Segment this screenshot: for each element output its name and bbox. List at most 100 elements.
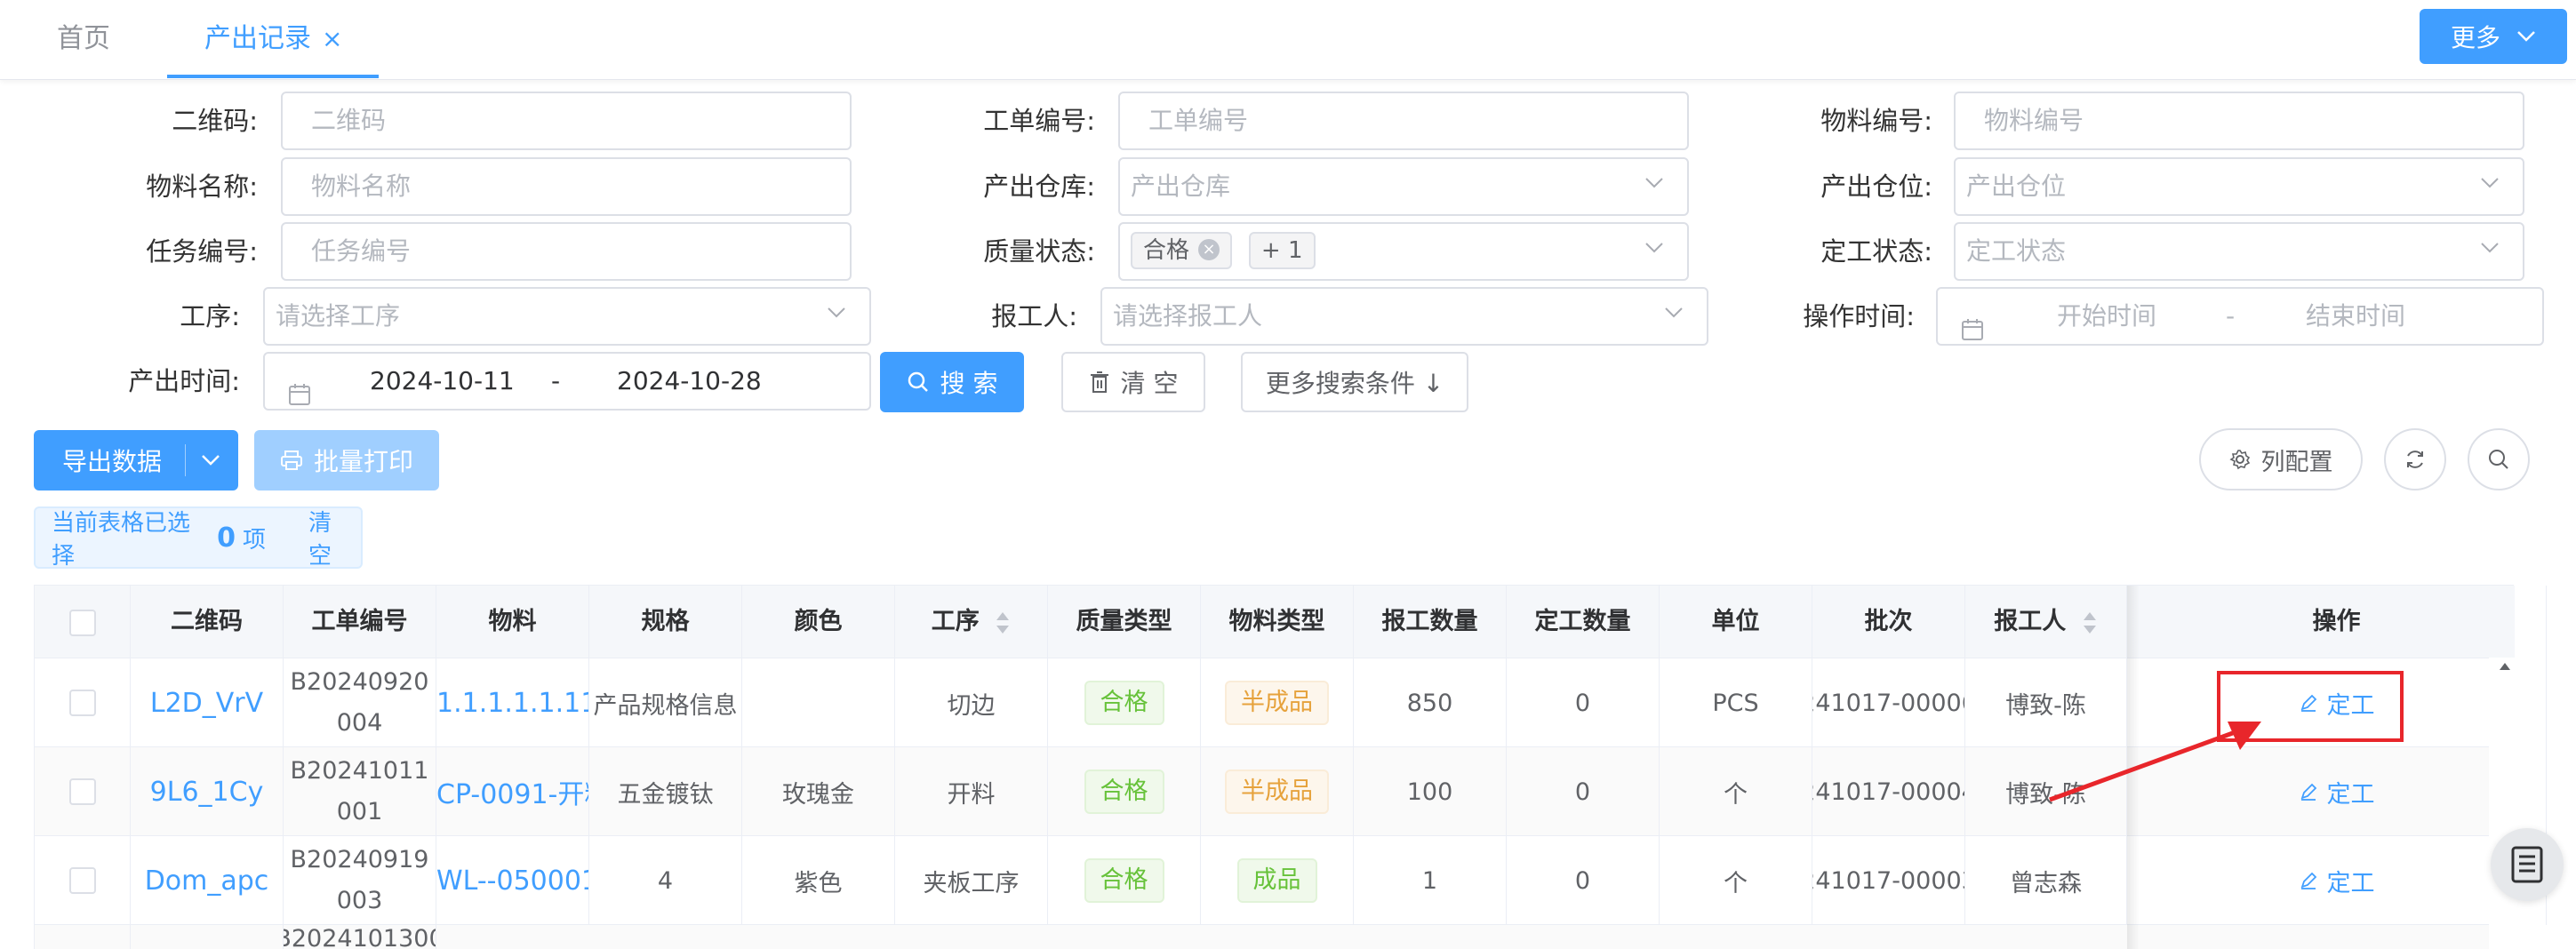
- scroll-up-icon[interactable]: [2498, 661, 2512, 672]
- chevron-down-icon: [1664, 289, 1684, 344]
- batch-print-button[interactable]: 批量打印: [254, 430, 439, 490]
- material-name-input[interactable]: 物料名称: [281, 157, 852, 216]
- header-select-all[interactable]: [35, 586, 131, 658]
- header-fixed-qty: 定工数量: [1507, 586, 1660, 658]
- calendar-icon: [288, 371, 311, 409]
- row-select[interactable]: [35, 836, 131, 925]
- qrcode-input[interactable]: 二维码: [281, 92, 852, 150]
- cell-reporter: 曾志森: [1965, 836, 2127, 925]
- process-label: 工序:: [180, 301, 240, 331]
- material-code-label: 物料编号:: [1820, 106, 1932, 136]
- search-button[interactable]: 搜 索: [880, 352, 1024, 412]
- header-operation: 操作: [2127, 586, 2547, 658]
- tag-close-icon[interactable]: ×: [1198, 238, 1220, 260]
- location-label: 产出仓位:: [1820, 171, 1932, 202]
- annotation-arrow: [2049, 722, 2261, 802]
- op-time-start[interactable]: 开始时间: [2057, 289, 2156, 344]
- selection-prefix: 当前表格已选择: [52, 510, 191, 570]
- cell-material-type: 半成品: [1201, 747, 1354, 836]
- fix-work-label: 定工: [2326, 780, 2375, 809]
- cell-material[interactable]: CP-0091-开料: [436, 747, 589, 836]
- row-select[interactable]: [35, 747, 131, 836]
- location-select[interactable]: 产出仓位: [1954, 157, 2524, 216]
- cell-work-order: B20240919003: [284, 836, 436, 925]
- refresh-button[interactable]: [2384, 428, 2446, 490]
- export-button[interactable]: 导出数据: [34, 430, 238, 490]
- warehouse-select[interactable]: 产出仓库: [1118, 157, 1689, 216]
- header-process-label: 工序: [931, 608, 980, 635]
- fix-work-button[interactable]: 定工: [2299, 864, 2375, 898]
- cell-unit: PCS: [1660, 658, 1812, 747]
- row-select[interactable]: [35, 925, 131, 949]
- fixed-status-placeholder: 定工状态: [1966, 236, 2067, 266]
- chevron-down-icon: [1644, 159, 1664, 214]
- op-time-range[interactable]: 开始时间 - 结束时间: [1936, 287, 2544, 346]
- cell-material[interactable]: WL--050001: [436, 836, 589, 925]
- header-spec: 规格: [589, 586, 742, 658]
- task-no-input[interactable]: 任务编号: [281, 222, 852, 281]
- sort-icon[interactable]: [995, 610, 1011, 635]
- sort-icon[interactable]: [2082, 610, 2098, 635]
- fix-work-button[interactable]: 定工: [2299, 775, 2375, 809]
- work-order-input[interactable]: 工单编号: [1118, 92, 1689, 150]
- row-checkbox[interactable]: [68, 690, 96, 716]
- close-icon[interactable]: ×: [322, 0, 342, 78]
- clear-button[interactable]: 清 空: [1061, 352, 1205, 412]
- cell-material-type: 成品: [1201, 836, 1354, 925]
- cell-qrcode[interactable]: L2D_VrV: [131, 658, 284, 747]
- cell-operation: 定工: [2127, 836, 2547, 925]
- out-time-start[interactable]: 2024-10-11: [370, 354, 515, 409]
- table-row: B2024101300: [35, 925, 2515, 949]
- table-scrollbar[interactable]: [2489, 658, 2521, 949]
- column-config-button[interactable]: 列配置: [2199, 428, 2363, 490]
- work-order-label: 工单编号:: [983, 106, 1095, 136]
- fixed-status-select[interactable]: 定工状态: [1954, 222, 2524, 281]
- cell-batch: 241017-00003: [1812, 836, 1965, 925]
- cell-spec: 五金镀钛: [589, 747, 742, 836]
- search-toggle-button[interactable]: [2468, 428, 2530, 490]
- header-report-qty: 报工数量: [1354, 586, 1507, 658]
- chevron-down-icon[interactable]: [201, 454, 220, 467]
- cell-process: 切边: [895, 658, 1048, 747]
- out-time-range[interactable]: 2024-10-11 - 2024-10-28: [263, 352, 871, 411]
- material-code-input[interactable]: 物料编号: [1954, 92, 2524, 150]
- fixed-status-label: 定工状态:: [1820, 236, 1932, 267]
- row-checkbox[interactable]: [68, 778, 96, 805]
- header-reporter[interactable]: 报工人: [1965, 586, 2127, 658]
- quality-select[interactable]: 合格 × + 1: [1118, 222, 1689, 281]
- selection-info: 当前表格已选择 0 项 清 空: [34, 505, 363, 570]
- out-time-sep: -: [551, 366, 561, 395]
- header-work-order: 工单编号: [284, 586, 436, 658]
- header-material-type: 物料类型: [1201, 586, 1354, 658]
- selection-clear-link[interactable]: 清 空: [308, 505, 361, 570]
- row-select[interactable]: [35, 658, 131, 747]
- tab-home[interactable]: 首页: [57, 0, 110, 78]
- cell-qrcode[interactable]: 9L6_1Cy: [131, 747, 284, 836]
- cell-batch: 241017-00004: [1812, 747, 1965, 836]
- cell-fixed-qty: 0: [1507, 658, 1660, 747]
- search-button-label: 搜 索: [940, 369, 998, 398]
- cell-material[interactable]: 1.1.1.1.1.112: [436, 658, 589, 747]
- cell-qrcode[interactable]: [131, 925, 284, 949]
- quality-tag: 合格: [1084, 770, 1164, 814]
- export-divider: [185, 444, 186, 476]
- cell-qrcode[interactable]: Dom_apc: [131, 836, 284, 925]
- more-button[interactable]: 更多: [2420, 9, 2567, 64]
- more-conditions-button[interactable]: 更多搜索条件 ↓: [1241, 352, 1468, 412]
- chevron-down-icon: [827, 289, 846, 344]
- document-float-button[interactable]: [2491, 828, 2564, 901]
- cell-unit: 个: [1660, 747, 1812, 836]
- tab-output-records[interactable]: 产出记录 ×: [167, 0, 379, 78]
- reporter-select[interactable]: 请选择报工人: [1100, 287, 1708, 346]
- process-select[interactable]: 请选择工序: [263, 287, 871, 346]
- out-time-end[interactable]: 2024-10-28: [617, 354, 762, 409]
- chevron-down-icon: [2480, 159, 2500, 214]
- quality-tag: 合格 ×: [1131, 232, 1233, 269]
- row-checkbox[interactable]: [68, 867, 96, 894]
- table-header: 二维码 工单编号 物料 规格 颜色 工序 质量类型 物料类型 报工数量 定工数量…: [35, 586, 2547, 658]
- header-process[interactable]: 工序: [895, 586, 1048, 658]
- task-no-label: 任务编号:: [146, 236, 258, 267]
- select-all-checkbox[interactable]: [68, 609, 96, 636]
- quality-tag-label: 合格: [1143, 237, 1190, 264]
- op-time-end[interactable]: 结束时间: [2306, 289, 2405, 344]
